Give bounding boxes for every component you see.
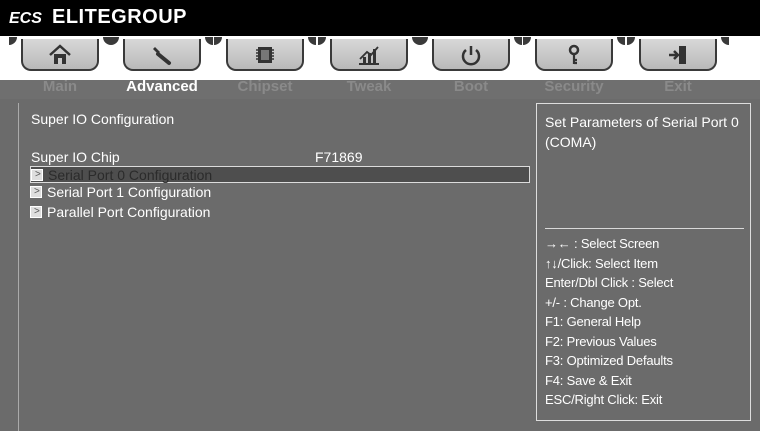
help-panel: Set Parameters of Serial Port 0 (COMA) →… [536, 103, 751, 421]
tab-security-label: Security [544, 78, 604, 95]
submenu-arrow-icon: > [31, 169, 43, 181]
tab-chipset-label: Chipset [237, 78, 293, 95]
serial-port-0-config-item[interactable]: > Serial Port 0 Configuration [30, 166, 530, 183]
tab-advanced-button[interactable] [111, 37, 213, 71]
tab-boot-button[interactable] [420, 37, 522, 71]
help-divider [545, 228, 744, 229]
submenu-arrow-icon: > [30, 186, 42, 198]
chip-icon [256, 47, 274, 63]
tab-main-label: Main [42, 78, 78, 95]
tab-tweak-button[interactable] [318, 37, 420, 71]
tab-exit[interactable]: Exit [627, 36, 740, 99]
tab-strip: Main Advanced Chipset Tweak Boot Securit… [0, 36, 760, 99]
exit-icon [669, 46, 686, 64]
key-legend-row: F2: Previous Values [545, 333, 657, 349]
key-legend-row: +/- : Change Opt. [545, 294, 642, 310]
parallel-port-config-item[interactable]: > Parallel Port Configuration [30, 204, 530, 221]
tab-exit-label: Exit [664, 78, 692, 95]
tab-tweak-label: Tweak [346, 78, 392, 95]
wrench-icon [153, 47, 171, 65]
key-legend: →← : Select Screen ↑↓/Click: Select Item… [545, 234, 673, 410]
tab-chipset-button[interactable] [214, 37, 316, 71]
tab-boot[interactable]: Boot [420, 36, 533, 99]
ecs-logo: ECS [9, 10, 42, 27]
svg-text:ECS: ECS [9, 10, 42, 27]
tab-main-button[interactable] [9, 37, 111, 71]
key-legend-row: ESC/Right Click: Exit [545, 392, 663, 407]
super-io-chip-value: F71869 [315, 149, 363, 165]
power-icon [461, 46, 481, 66]
tab-security-button[interactable] [523, 37, 625, 71]
home-icon [49, 44, 71, 64]
brand-name: ELITEGROUP [52, 6, 188, 28]
serial-port-1-config-item[interactable]: > Serial Port 1 Configuration [30, 184, 530, 201]
section-title: Super IO Configuration [31, 111, 175, 127]
tab-boot-label: Boot [453, 78, 489, 95]
key-legend-row: Enter/Dbl Click : Select [545, 275, 674, 290]
menu-item-label: Serial Port 1 Configuration [47, 184, 212, 200]
tab-chipset[interactable]: Chipset [214, 36, 327, 99]
tab-main[interactable]: Main [9, 36, 122, 99]
tab-security[interactable]: Security [523, 36, 636, 99]
settings-panel: Super IO Configuration Super IO Chip F71… [18, 103, 530, 431]
key-icon [568, 44, 580, 65]
brand-bar: ECS ELITEGROUP [0, 0, 760, 36]
chart-icon [359, 46, 379, 65]
key-legend-row: F3: Optimized Defaults [545, 353, 673, 368]
tab-exit-button[interactable] [627, 37, 729, 71]
key-legend-row: →← : Select Screen [545, 236, 660, 251]
tab-tweak[interactable]: Tweak [318, 36, 431, 99]
key-legend-row: F1: General Help [545, 314, 641, 329]
help-description: Set Parameters of Serial Port 0 (COMA) [545, 114, 739, 150]
super-io-chip-label: Super IO Chip [31, 149, 120, 165]
submenu-arrow-icon: > [30, 206, 42, 218]
tab-advanced-label: Advanced [126, 78, 198, 95]
menu-item-label: Serial Port 0 Configuration [48, 167, 213, 183]
menu-item-label: Parallel Port Configuration [47, 204, 211, 220]
tab-advanced[interactable]: Advanced [111, 36, 224, 99]
key-legend-row: ↑↓/Click: Select Item [545, 255, 658, 271]
key-legend-row: F4: Save & Exit [545, 372, 632, 388]
